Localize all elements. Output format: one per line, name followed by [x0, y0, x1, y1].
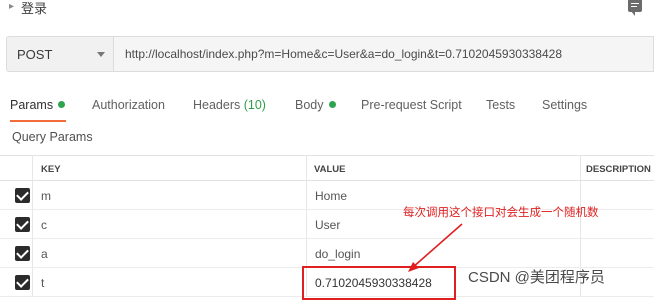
annotation-text: 每次调用这个接口对会生成一个随机数 — [403, 207, 599, 219]
watermark: CSDN @美团程序员 — [468, 269, 605, 286]
annotation-arrow-icon — [408, 223, 463, 272]
